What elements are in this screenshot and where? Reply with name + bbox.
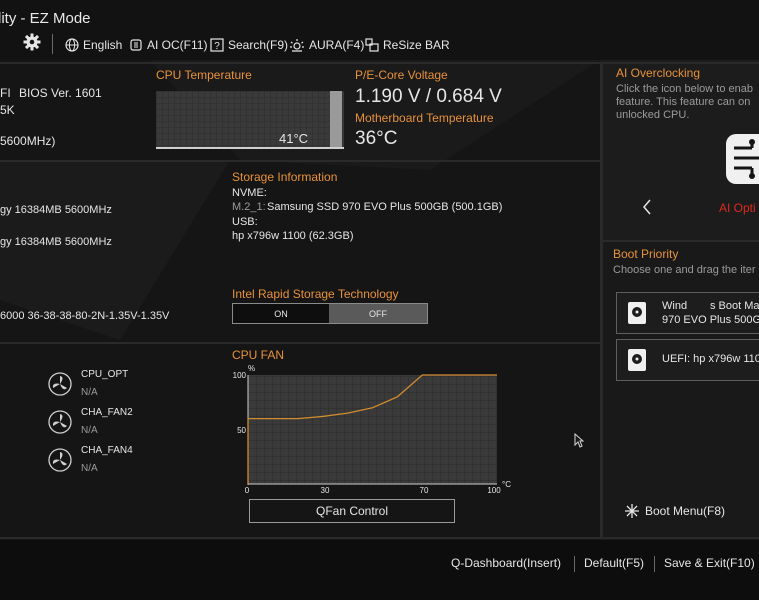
irst-on-option[interactable]: ON bbox=[233, 304, 329, 323]
y-tick-100: 100 bbox=[233, 371, 247, 380]
boot-item-label: UEFI: hp x796w 1100 bbox=[662, 353, 759, 365]
row1-divider bbox=[0, 160, 600, 162]
ai-overclocking-label: AI Overclocking bbox=[616, 66, 701, 80]
y-unit-label: % bbox=[248, 364, 255, 373]
mb-temp-label: Motherboard Temperature bbox=[355, 111, 494, 125]
boot-priority-label: Boot Priority bbox=[613, 247, 679, 261]
fan-icon bbox=[48, 410, 72, 434]
ai-oc-chip-button[interactable] bbox=[722, 130, 759, 188]
usb-label: USB: bbox=[232, 216, 258, 228]
toolbar: English AI OC(F11) ? Search(F9) AURA(F4)… bbox=[0, 34, 759, 56]
disk-icon bbox=[628, 349, 646, 371]
boot-item-line2: 970 EVO Plus 500GB bbox=[662, 314, 759, 326]
footer-separator-2 bbox=[654, 556, 655, 572]
chevron-left-icon bbox=[643, 199, 651, 215]
voltage-label: P/E-Core Voltage bbox=[355, 68, 448, 82]
nvme-device: Samsung SSD 970 EVO Plus 500GB (500.1GB) bbox=[267, 201, 503, 213]
cpu-temp-value: 41°C bbox=[279, 131, 309, 146]
cpu-fan-curve-chart[interactable]: % 100 50 0 30 70 100 °C bbox=[232, 360, 512, 496]
aura-label: AURA(F4) bbox=[309, 38, 365, 52]
voltage-value: 1.190 V / 0.684 V bbox=[355, 86, 502, 107]
boot-item-line1a: Wind bbox=[662, 300, 688, 312]
dram-slot-1: gy 16384MB 5600MHz bbox=[0, 204, 112, 216]
irst-toggle[interactable]: ON OFF bbox=[232, 303, 428, 324]
cpu-temp-graph bbox=[156, 91, 344, 149]
fan-icon bbox=[48, 372, 72, 396]
x-tick-100: 100 bbox=[487, 486, 501, 495]
fan-item-cpu-opt[interactable]: CPU_OPT N/A bbox=[48, 368, 168, 402]
fan-value: N/A bbox=[81, 425, 98, 436]
cpu-temp-level-bar bbox=[330, 91, 342, 149]
boot-item-windows[interactable]: Wind s Boot Ma 970 EVO Plus 500GB bbox=[616, 292, 759, 334]
ai-brain-chip-icon bbox=[726, 134, 759, 184]
y-tick-50: 50 bbox=[237, 426, 246, 435]
search-label: Search(F9) bbox=[228, 38, 289, 52]
footer-separator-1 bbox=[574, 556, 575, 572]
header-divider bbox=[0, 62, 759, 64]
ai-oc-desc-2: feature. This feature can on bbox=[616, 96, 751, 108]
footer-divider bbox=[0, 537, 759, 539]
x-tick-0: 0 bbox=[245, 486, 250, 495]
nvme-slot: M.2_1: bbox=[232, 201, 266, 213]
ai-chip-icon bbox=[130, 39, 142, 51]
nvme-label: NVME: bbox=[232, 187, 267, 199]
ai-oc-label: AI OC(F11) bbox=[147, 38, 208, 52]
x-tick-70: 70 bbox=[420, 486, 429, 495]
mb-temp-value: 36°C bbox=[355, 128, 398, 149]
fan-value: N/A bbox=[81, 463, 98, 474]
bios-version: BIOS Ver. 1601 bbox=[19, 86, 102, 100]
right-panel-divider bbox=[603, 240, 759, 242]
ai-oc-desc-1: Click the icon below to enab bbox=[616, 83, 753, 95]
disk-icon bbox=[628, 302, 646, 324]
boot-priority-desc: Choose one and drag the iter bbox=[613, 264, 756, 276]
language-button[interactable]: English bbox=[65, 34, 122, 56]
info-line1a: FI bbox=[0, 86, 11, 100]
boot-menu-button[interactable]: Boot Menu(F8) bbox=[625, 502, 755, 520]
boot-item-line1b: s Boot Ma bbox=[710, 300, 759, 312]
fan-name: CPU_OPT bbox=[81, 369, 129, 380]
aura-button[interactable]: AURA(F4) bbox=[289, 34, 364, 56]
language-label: English bbox=[83, 38, 123, 52]
resize-bar-label: ReSize BAR bbox=[383, 38, 450, 52]
help-search-icon: ? bbox=[210, 38, 224, 52]
irst-label: Intel Rapid Storage Technology bbox=[232, 287, 399, 301]
x-tick-30: 30 bbox=[321, 486, 330, 495]
info-line3: 5600MHz) bbox=[0, 134, 56, 148]
qfan-control-button[interactable]: QFan Control bbox=[249, 499, 455, 523]
row2-divider bbox=[0, 342, 600, 344]
dram-slot-2: gy 16384MB 5600MHz bbox=[0, 236, 112, 248]
fan-icon bbox=[48, 448, 72, 472]
resize-bar-button[interactable]: ReSize BAR bbox=[365, 34, 450, 56]
fan-name: CHA_FAN2 bbox=[81, 407, 133, 418]
aura-light-icon bbox=[290, 39, 304, 52]
fan-name: CHA_FAN4 bbox=[81, 445, 133, 456]
ai-oc-desc-3: unlocked CPU. bbox=[616, 109, 690, 121]
fan-item-cha-fan4[interactable]: CHA_FAN4 N/A bbox=[48, 444, 168, 478]
cpu-temp-label: CPU Temperature bbox=[156, 68, 252, 82]
default-button[interactable]: Default(F5) bbox=[584, 556, 644, 570]
boot-item-usb[interactable]: UEFI: hp x796w 1100 bbox=[616, 339, 759, 381]
main-right-divider bbox=[600, 64, 603, 538]
fan-item-cha-fan2[interactable]: CHA_FAN2 N/A bbox=[48, 406, 168, 440]
search-button[interactable]: ? Search(F9) bbox=[210, 34, 288, 56]
sparkle-icon bbox=[625, 504, 639, 518]
svg-text:?: ? bbox=[214, 41, 220, 52]
x-unit-label: °C bbox=[502, 480, 511, 489]
info-line2: 5K bbox=[0, 103, 15, 117]
q-dashboard-button[interactable]: Q-Dashboard(Insert) bbox=[451, 556, 561, 570]
usb-device: hp x796w 1100 (62.3GB) bbox=[232, 230, 354, 242]
irst-off-option[interactable]: OFF bbox=[329, 304, 427, 323]
page-title: lity - EZ Mode bbox=[0, 10, 91, 27]
resize-bar-icon bbox=[365, 38, 379, 52]
fan-value: N/A bbox=[81, 387, 98, 398]
storage-label: Storage Information bbox=[232, 170, 338, 184]
ai-oc-button[interactable]: AI OC(F11) bbox=[129, 34, 207, 56]
mouse-cursor-icon bbox=[574, 433, 584, 448]
save-exit-button[interactable]: Save & Exit(F10) bbox=[664, 556, 755, 570]
ai-oc-prev-button[interactable] bbox=[640, 198, 654, 216]
boot-menu-label: Boot Menu(F8) bbox=[645, 504, 726, 518]
globe-icon bbox=[65, 38, 79, 52]
xmp-profile: 6000 36-38-38-80-2N-1.35V-1.35V bbox=[0, 310, 170, 322]
ai-oc-caption: AI Opti bbox=[719, 201, 756, 215]
